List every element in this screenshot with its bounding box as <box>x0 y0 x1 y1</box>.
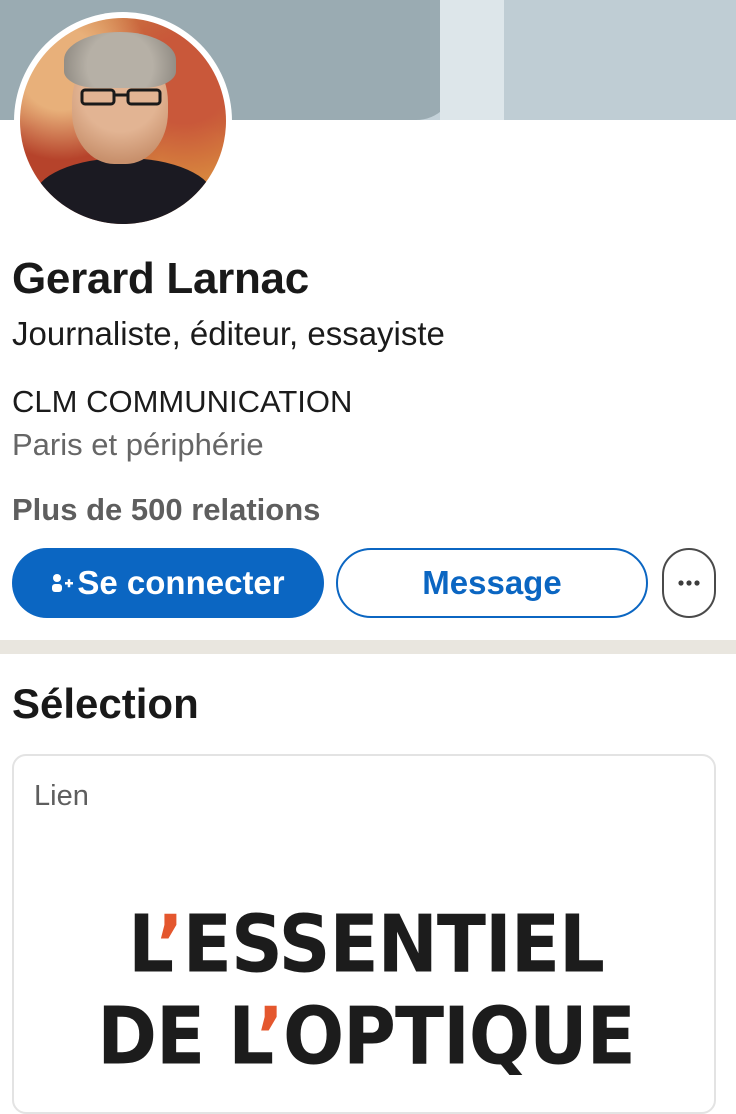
featured-section-title: Sélection <box>12 680 199 727</box>
message-button[interactable]: Message <box>336 548 648 618</box>
essentiel-optique-logo: L’ESSENTIEL DE L’OPTIQUE <box>14 897 714 1083</box>
more-options-button[interactable] <box>662 548 716 618</box>
logo-apostrophe: ’ <box>156 897 183 990</box>
connect-button-label: Se connecter <box>77 564 285 601</box>
logo-apostrophe: ’ <box>256 990 284 1083</box>
avatar-glasses <box>80 88 162 106</box>
profile-headline: Journaliste, éditeur, essayiste <box>12 315 445 352</box>
message-button-label: Message <box>422 564 562 601</box>
ellipsis-icon <box>678 580 700 586</box>
avatar-body <box>34 158 214 224</box>
profile-name: Gerard Larnac <box>12 254 309 303</box>
profile-location: Paris et périphérie <box>12 427 264 462</box>
profile-avatar[interactable] <box>14 12 232 230</box>
profile-connections[interactable]: Plus de 500 relations <box>12 492 320 528</box>
avatar-photo <box>20 18 226 224</box>
profile-company[interactable]: CLM COMMUNICATION <box>12 384 352 420</box>
logo-line-1: L’ESSENTIEL <box>128 897 605 990</box>
connect-button[interactable]: Se connecter <box>12 548 324 618</box>
featured-link-card[interactable]: Lien L’ESSENTIEL DE L’OPTIQUE <box>12 754 716 1114</box>
card-type-label: Lien <box>34 780 89 812</box>
logo-line-2: DE L’OPTIQUE <box>97 990 636 1083</box>
banner-shape <box>440 0 504 120</box>
section-divider <box>0 640 736 654</box>
banner-shape <box>504 0 736 120</box>
avatar-hair <box>64 32 176 88</box>
add-person-icon <box>51 572 74 594</box>
